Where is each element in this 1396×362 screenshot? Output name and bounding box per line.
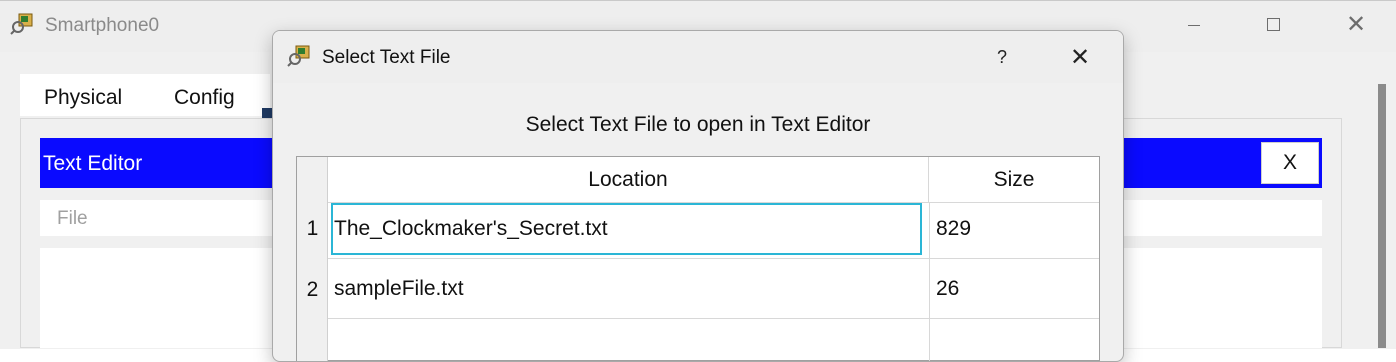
dialog-close-icon[interactable]: ✕ [1065, 43, 1095, 73]
text-editor-close-button[interactable]: X [1261, 142, 1319, 184]
column-divider [929, 203, 930, 361]
help-button[interactable]: ? [991, 43, 1013, 71]
table-cell-location[interactable]: sampleFile.txt [334, 277, 464, 301]
window-title: Smartphone0 [45, 15, 160, 36]
tab-indicator [262, 108, 272, 118]
row-divider [328, 258, 1099, 259]
table-cell-location[interactable]: The_Clockmaker's_Secret.txt [334, 217, 608, 241]
row-number[interactable]: 1 [297, 217, 328, 241]
tab-config[interactable]: Config [174, 86, 235, 110]
file-table: Location Size 1 The_Clockmaker's_Secret.… [296, 156, 1100, 361]
row-divider [328, 318, 1099, 319]
table-cell-size[interactable]: 26 [936, 277, 959, 301]
text-editor-title: Text Editor [43, 152, 143, 175]
tab-physical[interactable]: Physical [44, 86, 122, 110]
select-file-dialog: Select Text File ? ✕ Select Text File to… [272, 30, 1124, 362]
dialog-app-icon [287, 45, 310, 67]
menu-file[interactable]: File [57, 208, 88, 230]
dialog-heading: Select Text File to open in Text Editor [525, 113, 871, 136]
window-close-icon[interactable]: ✕ [1342, 10, 1370, 40]
minimize-icon[interactable] [1188, 25, 1200, 26]
maximize-icon[interactable] [1267, 18, 1280, 31]
table-cell-size[interactable]: 829 [936, 217, 971, 241]
row-header-column [297, 157, 328, 361]
row-number[interactable]: 2 [297, 278, 328, 302]
scrollbar-thumb[interactable] [1378, 84, 1386, 348]
column-header-location[interactable]: Location [328, 157, 929, 203]
column-header-size[interactable]: Size [929, 157, 1099, 203]
dialog-title: Select Text File [322, 47, 451, 68]
app-icon [10, 13, 33, 35]
